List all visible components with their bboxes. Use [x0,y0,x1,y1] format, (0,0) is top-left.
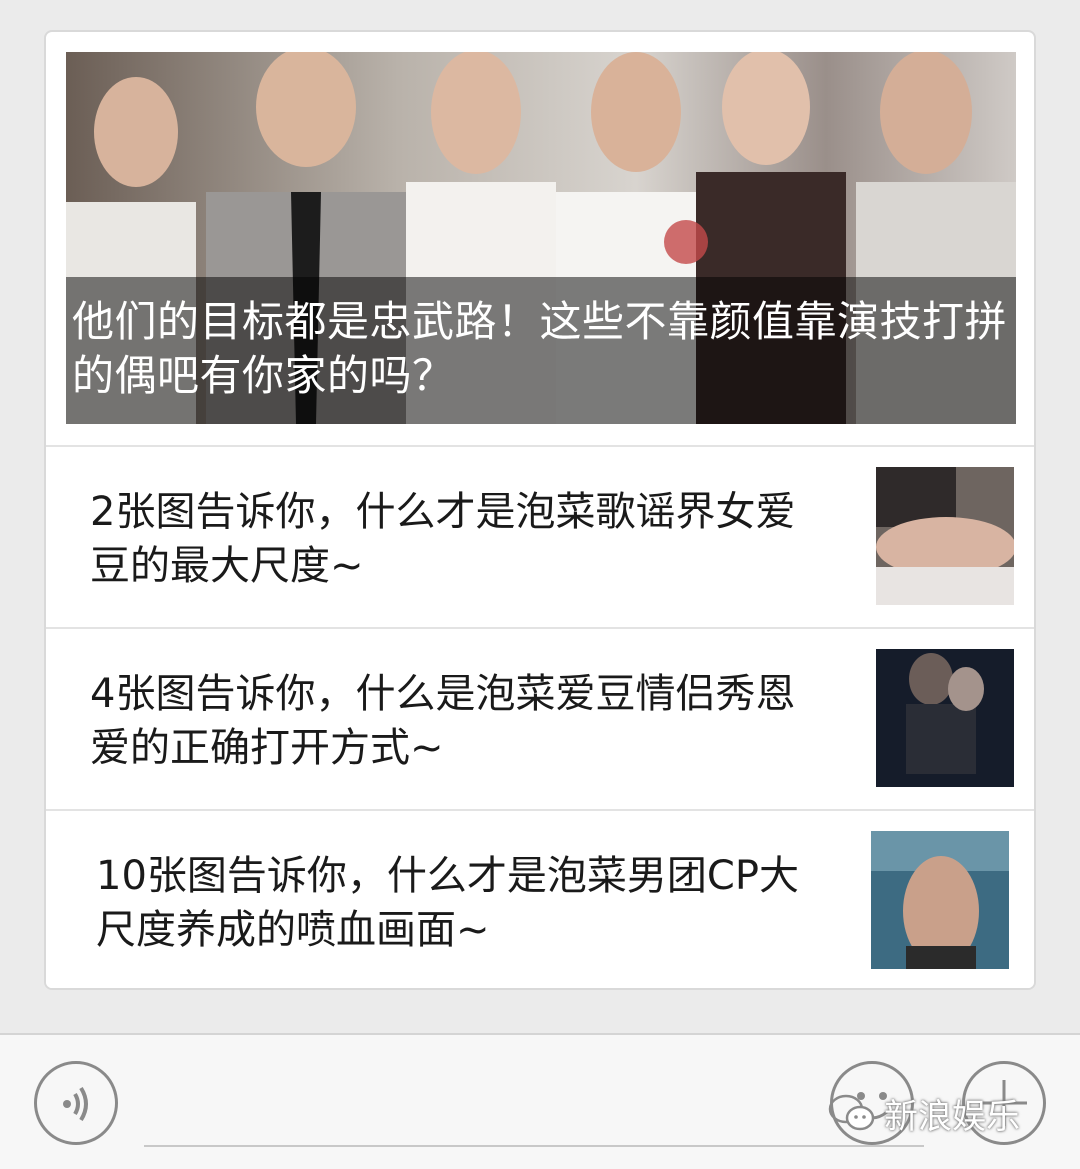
story-row-2[interactable]: 4张图告诉你，什么是泡菜爱豆情侣秀恩爱的正确打开方式~ [46,627,1034,809]
story-title: 2张图告诉你，什么才是泡菜歌谣界女爱豆的最大尺度~ [90,489,796,589]
story-title: 10张图告诉你，什么才是泡菜男团CP大尺度养成的喷血画面~ [96,853,799,953]
watermark-text: 新浪娱乐 [884,1096,1020,1137]
story-thumbnail [876,467,1014,605]
story-row-3[interactable]: 10张图告诉你，什么才是泡菜男团CP大尺度养成的喷血画面~ [46,809,1034,988]
story-thumbnail [871,831,1009,969]
story-thumbnail [876,649,1014,787]
story-row-1[interactable]: 2张图告诉你，什么才是泡菜歌谣界女爱豆的最大尺度~ [46,445,1034,627]
cover-story[interactable]: 他们的目标都是忠武路！这些不靠颜值靠演技打拼的偶吧有你家的吗？ [66,52,1016,424]
watermark: 新浪娱乐 [828,1088,1020,1138]
cover-story-title: 他们的目标都是忠武路！这些不靠颜值靠演技打拼的偶吧有你家的吗？ [66,277,1016,424]
voice-button[interactable] [34,1061,118,1145]
voice-icon [63,1086,88,1122]
message-input[interactable] [144,1145,924,1147]
wechat-logo-icon [828,1094,875,1131]
news-card: 他们的目标都是忠武路！这些不靠颜值靠演技打拼的偶吧有你家的吗？ 2张图告诉你，什… [44,30,1036,990]
story-title: 4张图告诉你，什么是泡菜爱豆情侣秀恩爱的正确打开方式~ [90,671,796,771]
